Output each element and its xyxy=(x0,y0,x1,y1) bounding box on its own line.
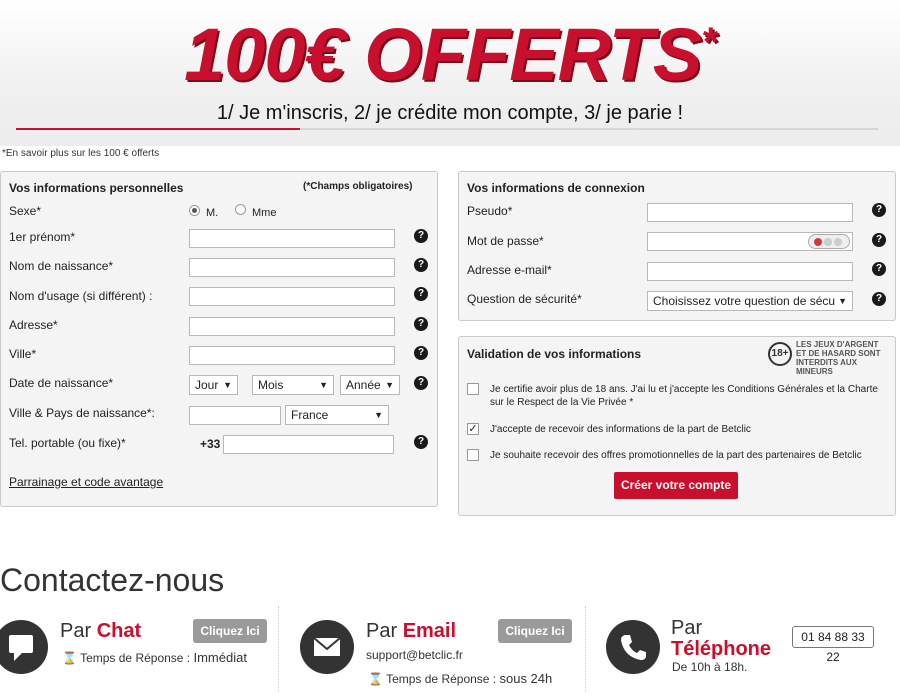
nom-naissance-help-icon[interactable]: ? xyxy=(414,258,428,272)
pseudo-label: Pseudo* xyxy=(467,204,513,218)
security-question-label: Question de sécurité* xyxy=(467,292,582,306)
email-label: Adresse e-mail* xyxy=(467,263,552,277)
tel-label: Tel. portable (ou fixe)* xyxy=(9,436,126,450)
sexe-mme-label: Mme xyxy=(252,207,277,219)
betclic-info-text: J'accepte de recevoir des informations d… xyxy=(490,424,751,435)
chat-title: Par Chat xyxy=(60,620,142,642)
password-label: Mot de passe* xyxy=(467,234,544,248)
security-question-help-icon[interactable]: ? xyxy=(872,292,886,306)
personal-info-title: Vos informations personnelles xyxy=(9,181,184,195)
date-naissance-label: Date de naissance* xyxy=(9,376,114,390)
adresse-help-icon[interactable]: ? xyxy=(414,317,428,331)
parrainage-link[interactable]: Parrainage et code avantage xyxy=(9,475,163,489)
security-question-select[interactable]: Choisissez votre question de sécur ▼ xyxy=(647,291,853,311)
chat-icon xyxy=(0,620,48,674)
pays-select[interactable]: France ▼ xyxy=(285,405,389,425)
chevron-down-icon: ▼ xyxy=(385,380,394,390)
connexion-title: Vos informations de connexion xyxy=(467,181,645,195)
terms-checkbox[interactable] xyxy=(467,383,479,395)
contact-separator xyxy=(585,606,586,692)
chevron-down-icon: ▼ xyxy=(835,296,847,306)
chevron-down-icon: ▼ xyxy=(374,410,383,420)
chat-response-time: ⌛ Temps de Réponse : Immédiat xyxy=(62,650,247,665)
email-click-button[interactable]: Cliquez Ici xyxy=(498,619,572,643)
email-address: support@betclic.fr xyxy=(366,648,463,662)
ville-input[interactable] xyxy=(189,346,395,365)
tel-help-icon[interactable]: ? xyxy=(414,435,428,449)
sexe-label: Sexe* xyxy=(9,204,42,218)
nom-usage-label: Nom d'usage (si différent) : xyxy=(9,289,153,303)
age-restriction-text: LES JEUX D'ARGENT ET DE HASARD SONT INTE… xyxy=(796,340,881,376)
adresse-input[interactable] xyxy=(189,317,395,336)
chat-click-button[interactable]: Cliquez Ici xyxy=(193,619,267,643)
betclic-info-checkbox[interactable]: ✓ xyxy=(467,423,479,435)
steps-progress-fill xyxy=(16,128,301,130)
terms-text: Je certifie avoir plus de 18 ans. J'ai l… xyxy=(490,384,878,408)
phone-title: Par Téléphone xyxy=(671,617,772,660)
password-help-icon[interactable]: ? xyxy=(872,233,886,247)
email-response-time: ⌛ Temps de Réponse : sous 24h xyxy=(368,671,553,686)
hourglass-icon: ⌛ xyxy=(62,651,77,665)
hourglass-icon: ⌛ xyxy=(368,672,383,686)
prenom-help-icon[interactable]: ? xyxy=(414,229,428,243)
jour-select[interactable]: Jour ▼ xyxy=(189,375,238,395)
email-icon xyxy=(300,620,354,674)
pseudo-input[interactable] xyxy=(647,203,853,222)
nom-naissance-input[interactable] xyxy=(189,258,395,277)
sexe-m-radio[interactable] xyxy=(189,205,200,216)
sexe-m-label: M. xyxy=(206,207,219,219)
phone-icon xyxy=(606,620,660,674)
password-visibility-toggle[interactable] xyxy=(808,234,850,249)
chevron-down-icon: ▼ xyxy=(223,380,232,390)
age-18-icon: 18+ xyxy=(768,342,792,366)
contact-separator xyxy=(278,606,279,692)
email-input[interactable] xyxy=(647,262,853,281)
create-account-button[interactable]: Créer votre compte xyxy=(614,472,738,499)
required-fields-note: (*Champs obligatoires) xyxy=(303,181,413,192)
mois-select[interactable]: Mois ▼ xyxy=(252,375,334,395)
nom-naissance-label: Nom de naissance* xyxy=(9,259,114,273)
email-title: Par Email xyxy=(366,620,457,642)
promo-banner: 100€ OFFERTS* 1/ Je m'inscris, 2/ je cré… xyxy=(0,0,900,146)
date-help-icon[interactable]: ? xyxy=(414,376,428,390)
lieu-naissance-label: Ville & Pays de naissance*: xyxy=(9,406,155,420)
ville-naissance-input[interactable] xyxy=(189,406,281,425)
personal-info-panel xyxy=(0,171,438,507)
tel-prefix: +33 xyxy=(200,437,221,451)
banner-subtitle: 1/ Je m'inscris, 2/ je crédite mon compt… xyxy=(216,102,684,124)
validation-title: Validation de vos informations xyxy=(467,347,642,361)
sexe-mme-radio[interactable] xyxy=(235,204,246,215)
partners-offers-text: Je souhaite recevoir des offres promotio… xyxy=(490,450,862,461)
email-help-icon[interactable]: ? xyxy=(872,262,886,276)
prenom-label: 1er prénom* xyxy=(9,230,76,244)
age-restriction-badge: 18+ LES JEUX D'ARGENT ET DE HASARD SONT … xyxy=(768,340,890,376)
prenom-input[interactable] xyxy=(189,229,395,248)
offer-info-link[interactable]: *En savoir plus sur les 100 € offerts xyxy=(2,148,159,159)
tel-input[interactable] xyxy=(223,435,394,454)
banner-title: 100€ OFFERTS* xyxy=(184,13,717,96)
pseudo-help-icon[interactable]: ? xyxy=(872,203,886,217)
ville-label: Ville* xyxy=(9,347,37,361)
nom-usage-help-icon[interactable]: ? xyxy=(414,287,428,301)
ville-help-icon[interactable]: ? xyxy=(414,346,428,360)
partners-offers-checkbox[interactable] xyxy=(467,449,479,461)
phone-hours: De 10h à 18h. xyxy=(672,660,748,674)
annee-select[interactable]: Année ▼ xyxy=(340,375,400,395)
contact-title: Contactez-nous xyxy=(0,562,225,598)
nom-usage-input[interactable] xyxy=(189,287,395,306)
phone-number[interactable]: 01 84 88 33 22 xyxy=(792,626,874,664)
chevron-down-icon: ▼ xyxy=(319,380,328,390)
steps-progress-bar xyxy=(16,128,878,130)
adresse-label: Adresse* xyxy=(9,318,58,332)
